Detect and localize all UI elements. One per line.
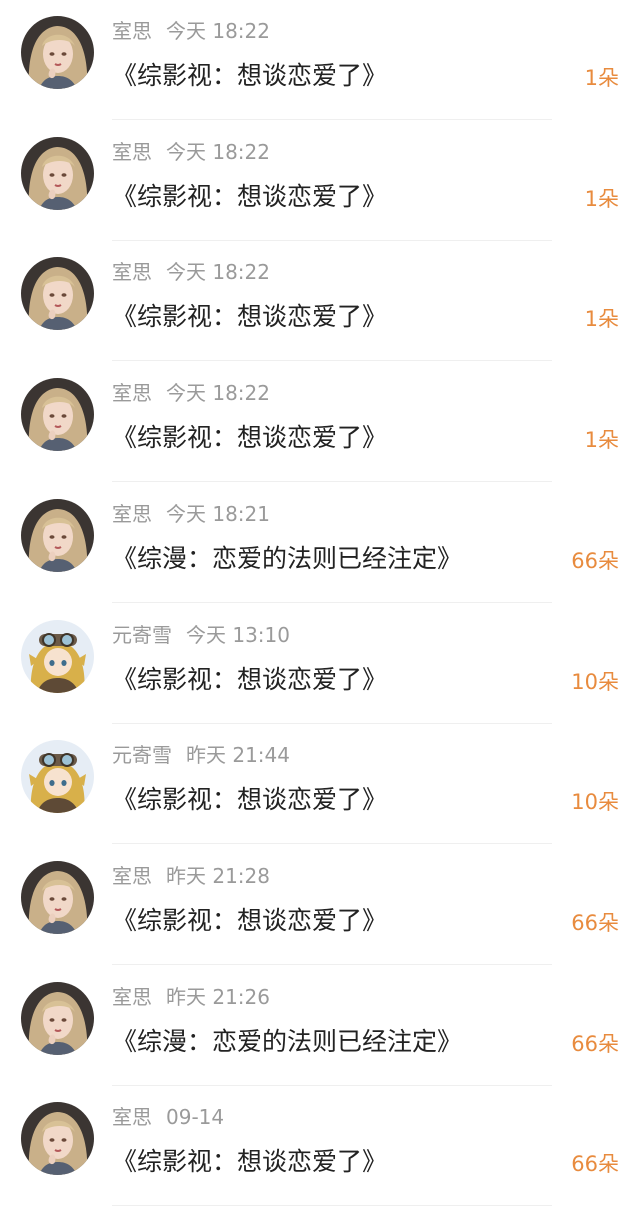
gift-time: 今天 13:10 <box>186 622 290 647</box>
work-title[interactable]: 《综影视：想谈恋爱了》 <box>112 56 387 96</box>
flower-amount: 10朵 <box>571 790 619 815</box>
avatar-goggles-chibi-icon <box>21 740 94 814</box>
avatar[interactable] <box>21 498 94 572</box>
work-title[interactable]: 《综漫：恋爱的法则已经注定》 <box>112 539 462 579</box>
avatar-blonde-girl-icon <box>21 257 94 331</box>
gift-record-row[interactable]: 室思 今天 18:22 《综影视：想谈恋爱了》 1朵 <box>0 121 640 241</box>
gift-time: 今天 18:22 <box>166 139 270 164</box>
avatar-blonde-girl-icon <box>21 136 94 210</box>
flower-amount: 10朵 <box>571 669 619 694</box>
record-meta: 室思 09-14 <box>112 1102 224 1132</box>
gift-time: 昨天 21:28 <box>166 863 270 888</box>
gift-record-row[interactable]: 元寄雪 今天 13:10 《综影视：想谈恋爱了》 10朵 <box>0 604 640 724</box>
user-name[interactable]: 室思 <box>112 864 152 888</box>
work-title[interactable]: 《综影视：想谈恋爱了》 <box>112 901 387 941</box>
flower-amount: 66朵 <box>571 1152 619 1177</box>
work-title[interactable]: 《综影视：想谈恋爱了》 <box>112 780 387 820</box>
record-meta: 室思 昨天 21:26 <box>112 982 270 1012</box>
gift-record-row[interactable]: 室思 今天 18:22 《综影视：想谈恋爱了》 1朵 <box>0 0 640 120</box>
user-name[interactable]: 元寄雪 <box>112 623 172 647</box>
gift-record-row[interactable]: 室思 昨天 21:28 《综影视：想谈恋爱了》 66朵 <box>0 845 640 965</box>
user-name[interactable]: 室思 <box>112 985 152 1009</box>
record-meta: 室思 今天 18:21 <box>112 499 270 529</box>
flower-amount: 1朵 <box>584 186 619 211</box>
work-title[interactable]: 《综影视：想谈恋爱了》 <box>112 1142 387 1182</box>
gift-time: 今天 18:22 <box>166 381 270 406</box>
record-meta: 室思 今天 18:22 <box>112 257 270 287</box>
avatar[interactable] <box>21 860 94 934</box>
gift-record-row[interactable]: 室思 今天 18:21 《综漫：恋爱的法则已经注定》 66朵 <box>0 483 640 603</box>
flower-amount: 1朵 <box>584 307 619 332</box>
avatar[interactable] <box>21 981 94 1055</box>
avatar-blonde-girl-icon <box>21 16 94 89</box>
gift-record-row[interactable]: 室思 昨天 21:26 《综漫：恋爱的法则已经注定》 66朵 <box>0 966 640 1086</box>
gift-record-list: 室思 今天 18:22 《综影视：想谈恋爱了》 1朵 室思 今天 18:22 《综影… <box>0 0 640 1206</box>
record-meta: 室思 今天 18:22 <box>112 16 270 46</box>
record-meta: 元寄雪 昨天 21:44 <box>112 740 290 770</box>
gift-record-row[interactable]: 室思 今天 18:22 《综影视：想谈恋爱了》 1朵 <box>0 241 640 362</box>
user-name[interactable]: 室思 <box>112 19 152 43</box>
gift-record-row[interactable]: 室思 09-14 《综影视：想谈恋爱了》 66朵 <box>0 1086 640 1206</box>
gift-time: 今天 18:22 <box>166 19 270 43</box>
gift-time: 09-14 <box>166 1105 225 1130</box>
gift-time: 今天 18:22 <box>166 260 270 285</box>
flower-amount: 1朵 <box>584 428 619 453</box>
user-name[interactable]: 室思 <box>112 140 152 164</box>
record-meta: 室思 今天 18:22 <box>112 378 270 408</box>
avatar[interactable] <box>21 16 94 89</box>
avatar-blonde-girl-icon <box>21 378 94 452</box>
avatar[interactable] <box>21 1102 94 1176</box>
avatar[interactable] <box>21 136 94 210</box>
user-name[interactable]: 室思 <box>112 260 152 284</box>
record-meta: 室思 昨天 21:28 <box>112 861 270 891</box>
avatar-blonde-girl-icon <box>21 981 94 1055</box>
work-title[interactable]: 《综影视：想谈恋爱了》 <box>112 418 387 458</box>
avatar-blonde-girl-icon <box>21 1102 94 1176</box>
work-title[interactable]: 《综漫：恋爱的法则已经注定》 <box>112 1022 462 1062</box>
avatar-blonde-girl-icon <box>21 860 94 934</box>
avatar-blonde-girl-icon <box>21 498 94 572</box>
work-title[interactable]: 《综影视：想谈恋爱了》 <box>112 297 387 337</box>
gift-record-row[interactable]: 室思 今天 18:22 《综影视：想谈恋爱了》 1朵 <box>0 362 640 483</box>
flower-amount: 66朵 <box>571 910 619 935</box>
gift-time: 昨天 21:26 <box>166 984 270 1009</box>
user-name[interactable]: 元寄雪 <box>112 743 172 767</box>
flower-amount: 66朵 <box>571 1031 619 1056</box>
user-name[interactable]: 室思 <box>112 502 152 526</box>
gift-time: 昨天 21:44 <box>186 743 290 768</box>
avatar[interactable] <box>21 619 94 693</box>
avatar[interactable] <box>21 740 94 814</box>
gift-record-row[interactable]: 元寄雪 昨天 21:44 《综影视：想谈恋爱了》 10朵 <box>0 724 640 845</box>
gift-time: 今天 18:21 <box>166 501 270 526</box>
record-meta: 元寄雪 今天 13:10 <box>112 620 290 650</box>
flower-amount: 1朵 <box>584 66 619 90</box>
user-name[interactable]: 室思 <box>112 381 152 405</box>
work-title[interactable]: 《综影视：想谈恋爱了》 <box>112 177 387 217</box>
avatar-goggles-chibi-icon <box>21 619 94 693</box>
flower-amount: 66朵 <box>571 548 619 573</box>
user-name[interactable]: 室思 <box>112 1105 152 1129</box>
record-meta: 室思 今天 18:22 <box>112 137 270 167</box>
avatar[interactable] <box>21 257 94 331</box>
work-title[interactable]: 《综影视：想谈恋爱了》 <box>112 660 387 700</box>
avatar[interactable] <box>21 378 94 452</box>
